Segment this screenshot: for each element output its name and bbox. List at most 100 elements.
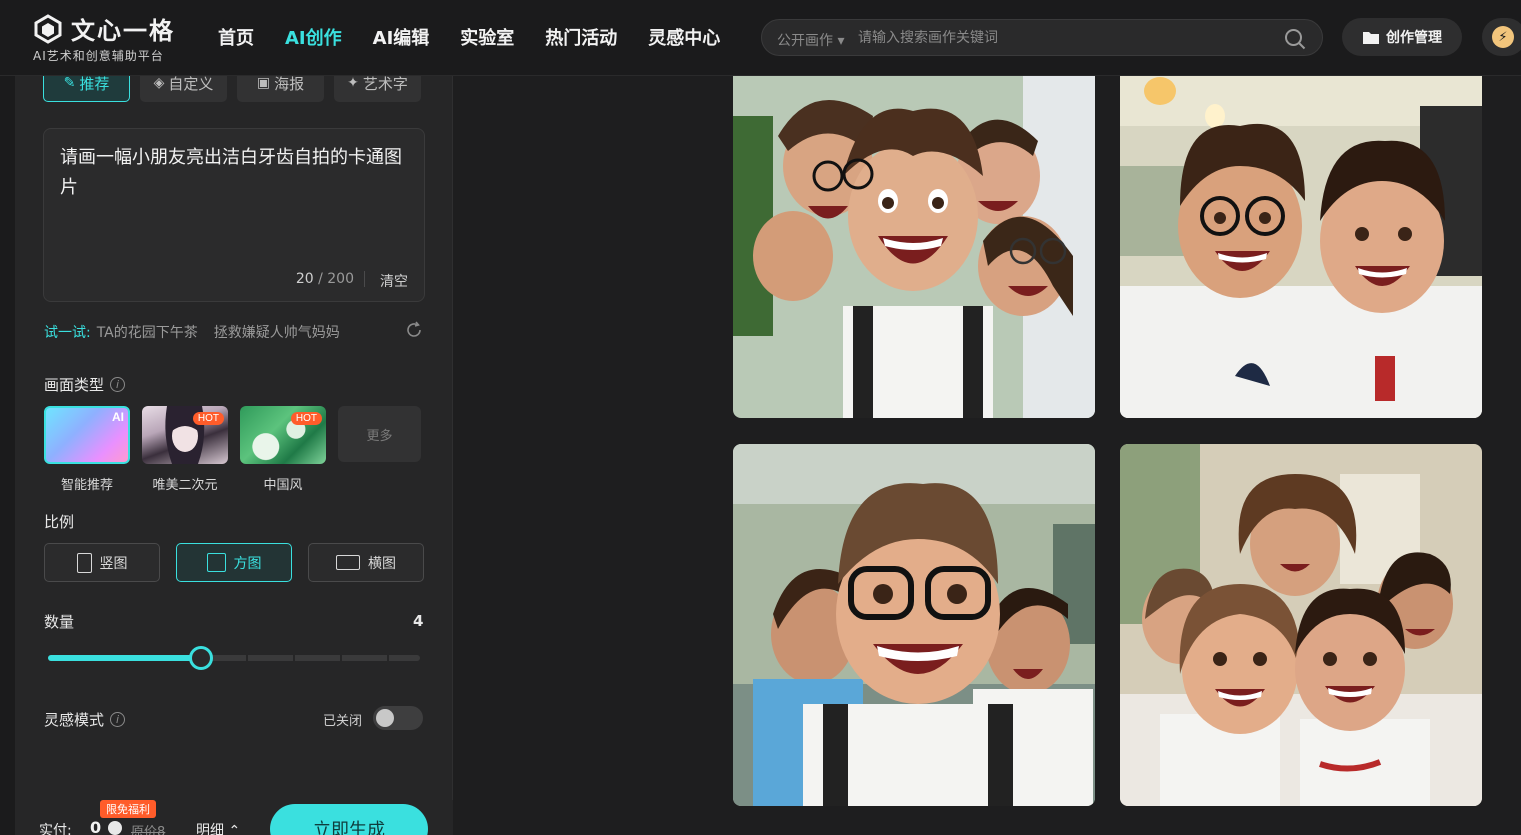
folder-icon bbox=[1363, 31, 1379, 44]
style-name: 中国风 bbox=[263, 478, 303, 493]
style-anime[interactable]: HOT 唯美二次元 bbox=[142, 406, 228, 493]
cube-icon: ◈ bbox=[153, 76, 165, 91]
ratio-landscape[interactable]: 横图 bbox=[308, 543, 424, 582]
logo[interactable]: 文心一格 bbox=[33, 11, 175, 46]
result-image-1[interactable] bbox=[733, 56, 1095, 418]
info-icon[interactable]: i bbox=[110, 712, 126, 727]
try-suggestions: 试一试: TA的花园下午茶 拯救嫌疑人帅气妈妈 bbox=[44, 322, 356, 342]
style-thumb: AI bbox=[44, 406, 130, 464]
inspiration-mode-title: 灵感模式 i bbox=[44, 709, 126, 730]
square-shape-icon bbox=[206, 553, 226, 572]
prompt-textarea[interactable]: 请画一幅小朋友亮出洁白牙齿自拍的卡通图片 20 / 200 清空 bbox=[43, 128, 425, 302]
style-name: 唯美二次元 bbox=[152, 478, 218, 493]
nav-ai-edit[interactable]: AI编辑 bbox=[373, 24, 430, 50]
info-icon[interactable]: i bbox=[110, 377, 126, 392]
slider-divider bbox=[340, 655, 342, 661]
ratio-section-title: 比例 bbox=[44, 513, 75, 531]
tab-label: 艺术字 bbox=[362, 76, 408, 93]
char-count-value: 20 bbox=[295, 271, 314, 287]
prompt-char-count: 20 / 200 bbox=[296, 271, 354, 287]
quantity-label: 数量 bbox=[44, 613, 75, 631]
sparkle-icon: ✦ bbox=[347, 76, 359, 91]
search-scope-label: 公开画作 bbox=[777, 33, 833, 49]
tab-label: 海报 bbox=[274, 76, 305, 93]
clear-button[interactable]: 清空 bbox=[380, 271, 408, 291]
result-gallery bbox=[454, 56, 1521, 835]
result-image-3[interactable] bbox=[733, 444, 1095, 806]
style-chinese[interactable]: HOT 中国风 bbox=[240, 406, 326, 493]
suggestion-item[interactable]: TA的花园下午茶 bbox=[97, 322, 198, 342]
slider-divider bbox=[293, 655, 295, 661]
brand-name: 文心一格 bbox=[71, 17, 175, 45]
hot-badge: HOT bbox=[290, 412, 322, 425]
slider-divider bbox=[246, 655, 248, 661]
hot-badge: HOT bbox=[192, 412, 224, 425]
energy-button[interactable]: ⚡ bbox=[1482, 18, 1521, 56]
coin-icon bbox=[108, 821, 122, 835]
nav-ai-create[interactable]: AI创作 bbox=[285, 24, 342, 50]
creation-manage-label: 创作管理 bbox=[1386, 30, 1442, 46]
search-scope-select[interactable]: 公开画作 ▾ bbox=[777, 30, 844, 50]
brand-tagline: AI艺术和创意辅助平台 bbox=[33, 49, 164, 63]
inspiration-mode-toggle[interactable] bbox=[373, 706, 423, 730]
promo-badge: 限免福利 bbox=[100, 800, 156, 818]
creation-manage-button[interactable]: 创作管理 bbox=[1342, 18, 1462, 56]
logo-icon bbox=[34, 13, 62, 44]
top-navbar: 文心一格 AI艺术和创意辅助平台 首页 AI创作 AI编辑 实验室 热门活动 灵… bbox=[0, 0, 1521, 76]
ai-badge: AI bbox=[112, 410, 124, 424]
search-icon[interactable] bbox=[1284, 28, 1306, 50]
nav-inspiration[interactable]: 灵感中心 bbox=[648, 24, 720, 50]
caret-down-icon: ▾ bbox=[837, 33, 845, 49]
tab-art-text[interactable]: ✦ 艺术字 bbox=[334, 76, 421, 102]
suggestion-item[interactable]: 拯救嫌疑人帅气妈妈 bbox=[214, 322, 340, 342]
ratio-label: 横图 bbox=[368, 555, 396, 572]
main-nav: 首页 AI创作 AI编辑 实验室 热门活动 灵感中心 bbox=[218, 24, 751, 50]
generate-button[interactable]: 立即生成 bbox=[270, 804, 428, 835]
left-edge bbox=[0, 76, 15, 835]
tab-custom[interactable]: ◈ 自定义 bbox=[140, 76, 227, 102]
lightning-icon: ⚡ bbox=[1492, 26, 1514, 48]
tab-poster[interactable]: ▣ 海报 bbox=[237, 76, 324, 102]
quantity-value: 4 bbox=[413, 612, 424, 630]
tab-label: 推荐 bbox=[79, 76, 110, 93]
result-image-4[interactable] bbox=[1120, 444, 1482, 806]
style-thumb: HOT bbox=[240, 406, 326, 464]
quantity-slider[interactable] bbox=[48, 646, 420, 670]
slider-handle[interactable] bbox=[189, 646, 213, 670]
image-icon: ▣ bbox=[256, 76, 271, 91]
kids-group-selfie-illustration bbox=[1120, 444, 1482, 806]
pay-value: 0 bbox=[90, 818, 102, 835]
two-boys-selfie-illustration bbox=[1120, 56, 1482, 418]
search-input[interactable] bbox=[858, 26, 1258, 50]
result-image-2[interactable] bbox=[1120, 56, 1482, 418]
nav-events[interactable]: 热门活动 bbox=[545, 24, 617, 50]
slider-fill bbox=[48, 655, 201, 661]
detail-label: 明细 bbox=[196, 823, 224, 835]
nav-home[interactable]: 首页 bbox=[218, 24, 254, 50]
portrait-shape-icon bbox=[76, 552, 92, 573]
prompt-text[interactable]: 请画一幅小朋友亮出洁白牙齿自拍的卡通图片 bbox=[60, 143, 410, 203]
ratio-square[interactable]: 方图 bbox=[176, 543, 292, 582]
price-detail-toggle[interactable]: 明细 ⌃ bbox=[196, 820, 240, 835]
refresh-icon[interactable] bbox=[405, 321, 423, 339]
brush-icon: ✎ bbox=[63, 76, 76, 91]
ratio-label: 方图 bbox=[233, 555, 262, 572]
landscape-shape-icon bbox=[336, 555, 360, 570]
style-smart-recommend[interactable]: AI 智能推荐 bbox=[44, 406, 130, 493]
tab-recommend[interactable]: ✎ 推荐 bbox=[43, 76, 130, 102]
glasses-boy-selfie-illustration bbox=[733, 444, 1095, 806]
toggle-knob bbox=[376, 709, 394, 727]
ratio-portrait[interactable]: 竖图 bbox=[44, 543, 160, 582]
toggle-state-label: 已关闭 bbox=[323, 714, 363, 729]
style-name: 智能推荐 bbox=[60, 478, 113, 493]
mode-tabs: ✎ 推荐 ◈ 自定义 ▣ 海报 ✦ 艺术字 bbox=[43, 76, 421, 102]
more-styles-button[interactable]: 更多 bbox=[338, 406, 421, 462]
creation-panel: ✎ 推荐 ◈ 自定义 ▣ 海报 ✦ 艺术字 请画一幅小朋友亮出洁白牙齿自拍的卡通… bbox=[15, 76, 453, 835]
nav-lab[interactable]: 实验室 bbox=[460, 24, 514, 50]
tab-label: 自定义 bbox=[168, 76, 214, 93]
chevron-up-icon: ⌃ bbox=[228, 823, 241, 835]
char-count-max: / 200 bbox=[318, 271, 354, 287]
style-thumb: HOT bbox=[142, 406, 228, 464]
try-label: 试一试: bbox=[44, 325, 91, 341]
style-section-label: 画面类型 bbox=[44, 376, 105, 394]
